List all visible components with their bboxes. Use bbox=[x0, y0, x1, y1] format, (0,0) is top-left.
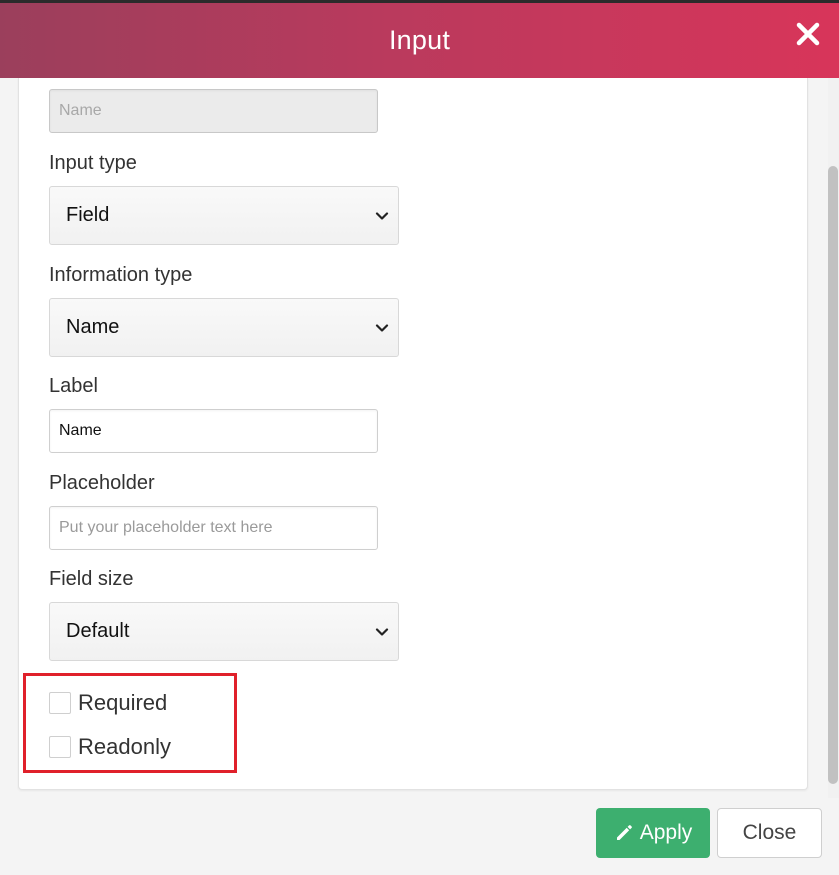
close-label: Close bbox=[742, 821, 797, 844]
name-field bbox=[49, 89, 378, 133]
highlight-annotation bbox=[23, 673, 237, 773]
label-field-input[interactable] bbox=[49, 409, 378, 453]
field-size-value: Default bbox=[66, 620, 130, 642]
placeholder-field-input[interactable] bbox=[49, 506, 378, 550]
chevron-down-icon bbox=[375, 212, 389, 220]
apply-label: Apply bbox=[639, 821, 693, 844]
dialog-header: Input bbox=[0, 3, 839, 78]
field-size-label: Field size bbox=[49, 568, 134, 590]
placeholder-field-label: Placeholder bbox=[49, 472, 155, 494]
field-size-select[interactable]: Default bbox=[49, 602, 399, 661]
information-type-label: Information type bbox=[49, 264, 193, 286]
pencil-icon bbox=[616, 825, 632, 840]
dialog-title: Input bbox=[388, 25, 451, 55]
close-button[interactable]: Close bbox=[717, 808, 822, 858]
apply-button[interactable]: Apply bbox=[596, 808, 710, 858]
information-type-value: Name bbox=[66, 316, 120, 338]
information-type-select[interactable]: Name bbox=[49, 298, 399, 357]
chevron-down-icon bbox=[375, 628, 389, 636]
close-icon[interactable] bbox=[795, 21, 821, 47]
label-field-label: Label bbox=[49, 375, 98, 397]
input-type-select[interactable]: Field bbox=[49, 186, 399, 245]
input-type-label: Input type bbox=[49, 152, 137, 174]
input-type-value: Field bbox=[66, 204, 110, 226]
input-dialog: Input Input type Field Information type … bbox=[0, 0, 839, 875]
scrollbar-thumb[interactable] bbox=[828, 166, 838, 784]
chevron-down-icon bbox=[375, 324, 389, 332]
